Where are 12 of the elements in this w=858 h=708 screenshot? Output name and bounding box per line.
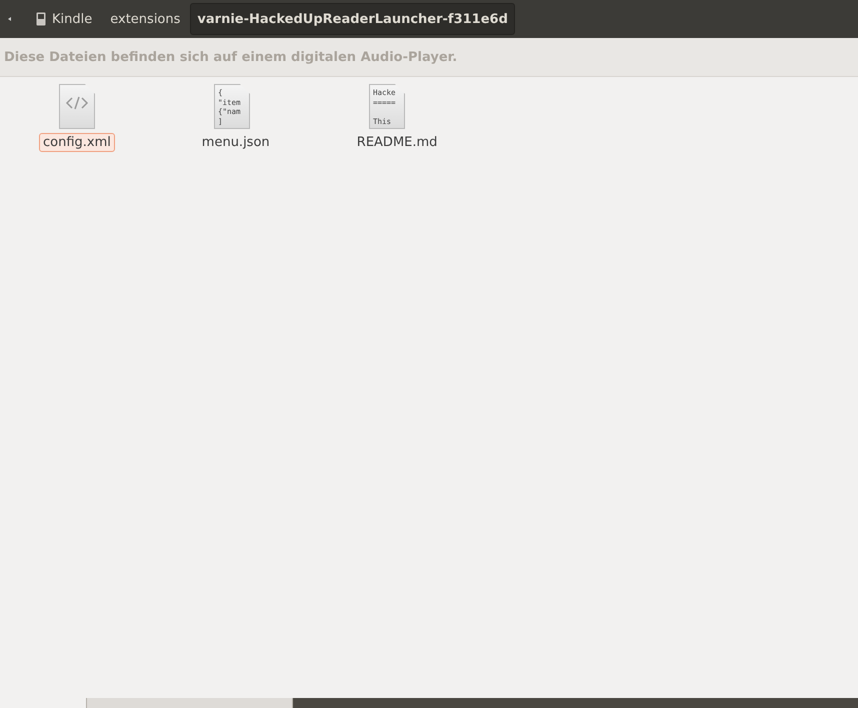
media-player-icon: [36, 12, 46, 26]
path-crumb[interactable]: Kindle: [28, 3, 100, 35]
code-file-icon: [59, 84, 95, 129]
path-crumb[interactable]: extensions: [102, 3, 188, 35]
window-tab[interactable]: [87, 698, 293, 708]
file-name[interactable]: config.xml: [39, 133, 115, 152]
scroll-left-icon[interactable]: [6, 15, 14, 23]
file-name[interactable]: menu.json: [198, 133, 274, 152]
window-tab[interactable]: [0, 698, 87, 708]
file-name[interactable]: README.md: [352, 133, 442, 152]
info-message: Diese Dateien befinden sich auf einem digitalen Audio-Player.: [4, 50, 458, 64]
path-crumb[interactable]: varnie-HackedUpReaderLauncher-f311e6d: [190, 3, 515, 35]
